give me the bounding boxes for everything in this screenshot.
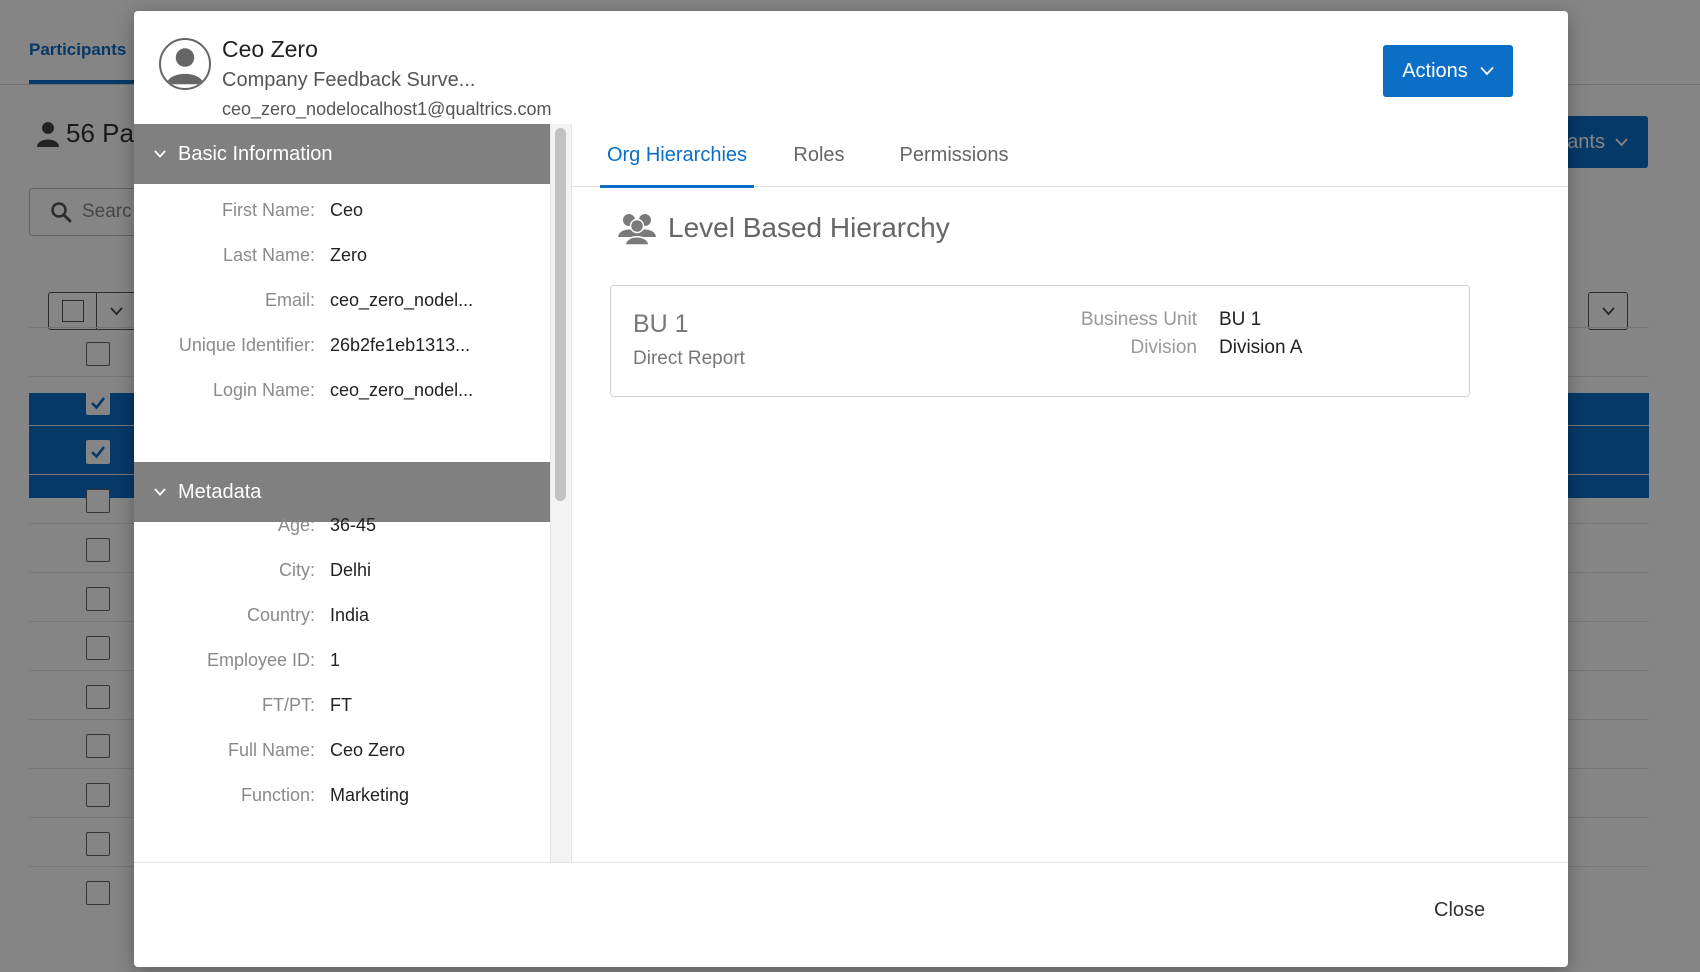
- field-row: Unique Identifier: 26b2fe1eb1313...: [134, 335, 550, 365]
- close-button[interactable]: Close: [1434, 899, 1485, 922]
- field-label: First Name:: [221, 200, 315, 220]
- field-label: FT/PT:: [262, 695, 315, 715]
- field-value: India: [330, 605, 370, 625]
- hierarchy-title-text: Level Based Hierarchy: [668, 212, 950, 243]
- people-group-icon: [618, 214, 656, 245]
- detail-tabs: Org Hierarchies Roles Permissions: [572, 124, 1568, 188]
- field-row: Age: 36-45: [134, 515, 550, 545]
- tab-org-hierarchies-label: Org Hierarchies: [606, 144, 748, 166]
- chevron-down-icon: [1480, 66, 1494, 76]
- attribute-value-division: Division A: [1219, 337, 1303, 358]
- field-row: First Name: Ceo: [134, 200, 550, 230]
- basic-information-title: Basic Information: [178, 142, 333, 165]
- field-value: 36-45: [330, 515, 377, 535]
- actions-button[interactable]: Actions: [1383, 45, 1513, 97]
- participant-name: Ceo Zero: [222, 36, 318, 62]
- participant-info-pane: Basic Information First Name: Ceo Last Nam…: [134, 124, 550, 862]
- hierarchy-pane: Org Hierarchies Roles Permissions Level …: [572, 124, 1568, 862]
- actions-label: Actions: [1402, 59, 1468, 82]
- field-label: City:: [279, 560, 315, 580]
- field-value: 1: [330, 650, 341, 670]
- field-value: Zero: [330, 245, 368, 265]
- field-row: Country: India: [134, 605, 550, 635]
- modal-footer: Close: [134, 862, 1568, 967]
- metadata-title: Metadata: [178, 480, 262, 503]
- tab-roles-label: Roles: [793, 144, 845, 166]
- field-value: FT: [330, 695, 352, 715]
- field-label: Age:: [277, 515, 315, 535]
- avatar: [159, 38, 211, 90]
- attribute-value-business-unit: BU 1: [1219, 309, 1262, 330]
- field-row: Last Name: Zero: [134, 245, 550, 275]
- field-row: Full Name: Ceo Zero: [134, 740, 550, 770]
- field-row: Employee ID: 1: [134, 650, 550, 680]
- field-value: Marketing: [330, 785, 410, 805]
- basic-information-header[interactable]: Basic Information: [134, 124, 550, 184]
- hierarchy-unit-card[interactable]: BU 1 Direct Report Business Unit BU 1 Di…: [610, 285, 1470, 397]
- field-label: Function:: [240, 785, 315, 805]
- field-label: Login Name:: [212, 380, 315, 400]
- chevron-down-icon: [154, 488, 166, 496]
- hierarchy-title: Level Based Hierarchy: [618, 211, 950, 245]
- participant-detail-modal: Ceo Zero Company Feedback Surve... ceo_z…: [134, 11, 1568, 967]
- field-value: 26b2fe1eb1313...: [330, 335, 471, 355]
- tab-roles[interactable]: Roles: [774, 124, 864, 187]
- field-row: Email: ceo_zero_nodel...: [134, 290, 550, 320]
- tab-permissions-label: Permissions: [899, 144, 1009, 166]
- tab-permissions[interactable]: Permissions: [884, 124, 1024, 187]
- field-value: Ceo: [330, 200, 364, 220]
- field-value: ceo_zero_nodel...: [330, 380, 474, 400]
- field-label: Last Name:: [222, 245, 315, 265]
- modal-header: Ceo Zero Company Feedback Surve... ceo_z…: [134, 11, 1568, 124]
- attribute-key-business-unit: Business Unit: [1080, 309, 1197, 330]
- unit-relation: Direct Report: [633, 348, 745, 369]
- active-tab-underline: [600, 185, 754, 188]
- tab-org-hierarchies[interactable]: Org Hierarchies: [600, 124, 754, 188]
- field-value: Ceo Zero: [330, 740, 406, 760]
- field-label: Unique Identifier:: [178, 335, 315, 355]
- field-row: Login Name: ceo_zero_nodel...: [134, 380, 550, 410]
- user-avatar-icon: [166, 48, 204, 85]
- left-pane-scroll-thumb[interactable]: [555, 128, 566, 501]
- chevron-down-icon: [154, 150, 166, 158]
- field-label: Employee ID:: [206, 650, 315, 670]
- field-row: Function: Marketing: [134, 785, 550, 815]
- field-label: Full Name:: [227, 740, 315, 760]
- attribute-key-division: Division: [1130, 337, 1197, 358]
- survey-name: Company Feedback Surve...: [222, 69, 476, 91]
- field-label: Country:: [246, 605, 315, 625]
- field-row: FT/PT: FT: [134, 695, 550, 725]
- unit-name: BU 1: [633, 310, 689, 338]
- field-value: ceo_zero_nodel...: [330, 290, 474, 310]
- participant-email: ceo_zero_nodelocalhost1@qualtrics.com: [222, 99, 552, 119]
- field-row: City: Delhi: [134, 560, 550, 590]
- field-label: Email:: [264, 290, 315, 310]
- field-value: Delhi: [330, 560, 372, 580]
- metadata-header[interactable]: Metadata: [134, 462, 550, 522]
